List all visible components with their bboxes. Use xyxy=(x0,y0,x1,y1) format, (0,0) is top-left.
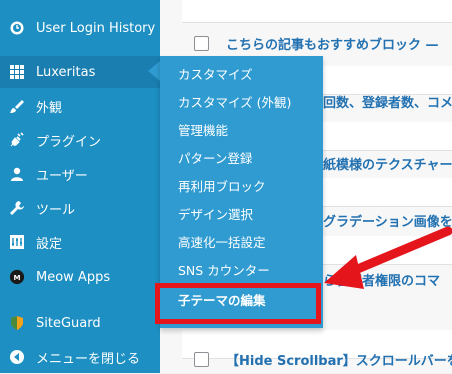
highlight-box xyxy=(155,283,321,324)
meow-apps-icon: M xyxy=(9,269,25,285)
user-login-history-icon xyxy=(9,20,25,36)
post-title-link[interactable]: こちらの記事もおすすめブロック — xyxy=(226,34,439,53)
row-checkbox[interactable] xyxy=(194,36,209,51)
collapse-menu-icon xyxy=(9,349,25,365)
sidebar-item-label: 外観 xyxy=(36,100,63,116)
sidebar-item-plugins[interactable]: プラグイン xyxy=(0,124,160,156)
user-icon xyxy=(9,166,25,182)
submenu-item-pattern-register[interactable]: パターン登録 xyxy=(178,148,252,170)
submenu-item-customize[interactable]: カスタマイズ xyxy=(178,64,253,86)
collapse-menu-button[interactable]: メニューを閉じる xyxy=(0,341,160,373)
post-title-link[interactable]: 紙模様のテクスチャー xyxy=(323,154,452,173)
settings-icon xyxy=(9,234,25,250)
sidebar-item-tools[interactable]: ツール xyxy=(0,192,160,224)
plugin-icon xyxy=(9,132,25,148)
sidebar-item-meow-apps[interactable]: M Meow Apps xyxy=(0,261,160,293)
row-checkbox[interactable] xyxy=(194,352,209,367)
submenu-item-customize-appearance[interactable]: カスタマイズ (外観) xyxy=(178,92,291,114)
post-title-link[interactable]: 【Hide Scrollbar】スクロールバーを xyxy=(226,350,452,369)
submenu-item-reusable-blocks[interactable]: 再利用ブロック xyxy=(178,176,266,198)
sidebar-item-siteguard[interactable]: SiteGuard xyxy=(0,307,160,339)
sidebar-item-user-login-history[interactable]: User Login History xyxy=(0,12,160,44)
siteguard-shield-icon xyxy=(9,315,25,331)
red-pointer-arrow-icon xyxy=(324,226,452,289)
sidebar-item-label: ユーザー xyxy=(36,168,88,184)
list-row-background xyxy=(182,0,452,23)
luxeritas-grid-icon xyxy=(9,64,25,80)
sidebar-item-settings[interactable]: 設定 xyxy=(0,226,160,258)
sidebar-item-label: ツール xyxy=(36,202,76,218)
table-row: 【Hide Scrollbar】スクロールバーを xyxy=(160,344,452,374)
sidebar-item-label: プラグイン xyxy=(36,134,102,150)
submenu-item-sns-counter[interactable]: SNS カウンター xyxy=(178,260,270,282)
appearance-brush-icon xyxy=(9,98,25,114)
sidebar-item-label: Luxeritas xyxy=(36,64,96,80)
submenu-item-design-select[interactable]: デザイン選択 xyxy=(178,204,253,226)
admin-sidebar: User Login History Luxeritas 外観 プラグイン ユー… xyxy=(0,0,160,373)
svg-text:M: M xyxy=(13,273,20,282)
sidebar-item-users[interactable]: ユーザー xyxy=(0,158,160,190)
sidebar-item-luxeritas[interactable]: Luxeritas xyxy=(0,56,160,88)
submenu-item-admin-functions[interactable]: 管理機能 xyxy=(178,120,228,142)
active-menu-pointer xyxy=(148,61,160,81)
table-row: こちらの記事もおすすめブロック — xyxy=(160,28,452,58)
wrench-icon xyxy=(9,200,25,216)
sidebar-item-label: User Login History xyxy=(36,20,156,36)
sidebar-item-label: メニューを閉じる xyxy=(36,351,141,367)
submenu-item-speed-settings[interactable]: 高速化一括設定 xyxy=(178,232,266,254)
sidebar-item-label: SiteGuard xyxy=(36,315,101,331)
sidebar-item-appearance[interactable]: 外観 xyxy=(0,90,160,122)
post-title-link[interactable]: 回数、登録者数、コメ xyxy=(323,92,452,111)
sidebar-item-label: 設定 xyxy=(36,236,63,252)
sidebar-item-label: Meow Apps xyxy=(36,269,111,285)
